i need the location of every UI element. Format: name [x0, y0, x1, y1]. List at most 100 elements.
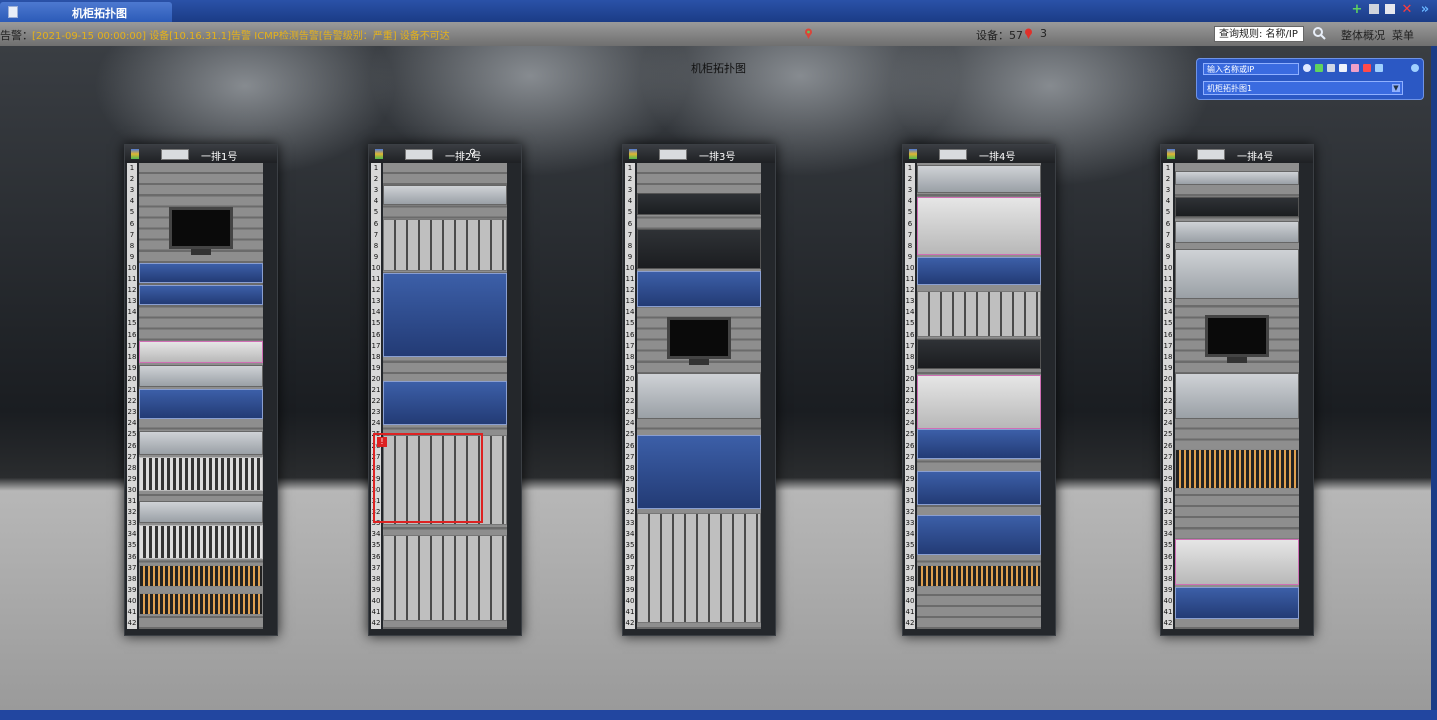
switch-device[interactable]: [139, 341, 263, 363]
server-device[interactable]: [917, 197, 1041, 255]
server-device[interactable]: [1175, 373, 1299, 419]
firewall-device[interactable]: [917, 471, 1041, 505]
unit-number: 11: [371, 275, 381, 283]
power-device[interactable]: [1175, 249, 1299, 299]
server-device[interactable]: [139, 501, 263, 523]
unit-number: 37: [1163, 563, 1173, 572]
server-device[interactable]: [139, 263, 263, 283]
server-device[interactable]: [1175, 221, 1299, 243]
unit-number: 4: [129, 197, 135, 206]
unit-number: 2: [373, 175, 379, 184]
monitor-device[interactable]: [667, 317, 731, 359]
overview-button[interactable]: 整体概况: [1341, 27, 1385, 43]
storage-device[interactable]: [383, 219, 507, 271]
unit-number: 16: [1163, 330, 1173, 339]
alarm-message[interactable]: [2021-09-15 00:00:00] 设备[10.16.31.1]告警 I…: [32, 27, 450, 42]
unit-number: 13: [127, 297, 137, 306]
unit-number: 16: [625, 330, 635, 339]
unit-number: 40: [625, 596, 635, 605]
search-icon[interactable]: [1312, 26, 1326, 40]
power-device[interactable]: [637, 229, 761, 269]
monitor-device[interactable]: [1205, 315, 1269, 357]
unit-number: 25: [1163, 430, 1173, 439]
server-device[interactable]: [917, 165, 1041, 193]
rack-header: 一排4号: [903, 145, 1055, 163]
blade-chassis[interactable]: [383, 273, 507, 357]
unit-number: 6: [1165, 219, 1171, 228]
power-device[interactable]: [139, 389, 263, 419]
unit-number: 37: [625, 563, 635, 572]
server-device[interactable]: [1175, 197, 1299, 217]
search-input[interactable]: 查询规则: 名称/IP: [1214, 26, 1304, 42]
unit-number: 15: [127, 319, 137, 328]
monitor-stand: [191, 249, 211, 255]
alarm-highlight[interactable]: !: [373, 433, 483, 523]
save-icon[interactable]: [1385, 4, 1395, 14]
unit-number: 18: [371, 352, 381, 361]
expand-icon[interactable]: »: [1419, 3, 1431, 16]
panel-toolbar: [1303, 64, 1383, 72]
server-device[interactable]: [383, 185, 507, 205]
save-icon[interactable]: [1339, 64, 1347, 72]
status-led-icon: [375, 149, 383, 159]
server-device[interactable]: [637, 373, 761, 419]
server-device[interactable]: [1175, 171, 1299, 185]
delete-icon[interactable]: [1363, 64, 1371, 72]
server-device[interactable]: [1175, 539, 1299, 585]
patch-panel[interactable]: [139, 565, 263, 587]
add-icon[interactable]: +: [1351, 3, 1363, 16]
server-device[interactable]: [637, 271, 761, 307]
firewall-device[interactable]: [1175, 587, 1299, 619]
storage-device[interactable]: [1175, 449, 1299, 489]
storage-device[interactable]: [637, 513, 761, 623]
monitor-device[interactable]: [169, 207, 233, 249]
patch-panel[interactable]: [139, 593, 263, 615]
unit-number: 19: [625, 363, 635, 372]
close-icon[interactable]: ✕: [1401, 3, 1413, 16]
firewall-device[interactable]: [917, 257, 1041, 285]
server-device[interactable]: [139, 285, 263, 305]
list-icon[interactable]: [1369, 4, 1379, 14]
search-icon[interactable]: [1303, 64, 1311, 72]
unit-number: 41: [905, 608, 915, 616]
unit-number: 31: [1163, 497, 1173, 505]
unit-number: 1: [627, 164, 633, 172]
search-field[interactable]: 输入名称或IP: [1203, 63, 1299, 75]
server-device[interactable]: [139, 431, 263, 455]
rack-5[interactable]: 一排4号 1 2 3 4 5 6 7 8 9 10 11 12 13 14 15 16 17 18 19 20 21 22…: [1160, 144, 1314, 636]
patch-panel[interactable]: [917, 565, 1041, 587]
power-device[interactable]: [917, 429, 1041, 459]
lcd-icon: [659, 149, 687, 160]
server-device[interactable]: [917, 375, 1041, 429]
power-device[interactable]: [917, 339, 1041, 369]
switch-device[interactable]: [139, 525, 263, 559]
unit-number: 30: [1163, 485, 1173, 494]
list-icon[interactable]: [1327, 64, 1335, 72]
rack-3[interactable]: 一排3号 1 2 3 4 5 6 7 8 9 10 11 12 13 14 15 16 17 18 19 20 21 22…: [622, 144, 776, 636]
storage-device[interactable]: [917, 291, 1041, 337]
switch-device[interactable]: [637, 435, 761, 509]
unit-number: 30: [625, 485, 635, 494]
server-device[interactable]: [139, 365, 263, 387]
unit-number: 27: [625, 452, 635, 461]
unit-rail: 1 2 3 4 5 6 7 8 9 10 11 12 13 14 15 16 17 18 19 20 21 22 23 24 2…: [625, 163, 635, 629]
server-device[interactable]: [637, 193, 761, 215]
close-icon[interactable]: [1411, 64, 1419, 72]
tab-topology[interactable]: 机柜拓扑图: [0, 2, 172, 22]
copy-icon[interactable]: [1351, 64, 1359, 72]
unit-number: 41: [371, 608, 381, 616]
add-icon[interactable]: [1315, 64, 1323, 72]
unit-number: 8: [373, 241, 379, 250]
storage-device[interactable]: [383, 535, 507, 621]
rack-4[interactable]: 一排4号 1 2 3 4 5 6 7 8 9 10 11 12 13 14 15 16 17 18 19 20 21 22…: [902, 144, 1056, 636]
switch-device[interactable]: [139, 457, 263, 491]
rack-2[interactable]: 一排2号 ⚲ 1 2 3 4 5 6 7 8 9 10 11 12 13 14 15 16 17 18 19 20 21…: [368, 144, 522, 636]
rack-1[interactable]: 一排1号 1 2 3 4 5 6 7 8 9 10 11 12 13 14 15 16 17 18 19 20 21 22…: [124, 144, 278, 636]
menu-button[interactable]: 菜单: [1392, 27, 1414, 43]
export-icon[interactable]: [1375, 64, 1383, 72]
chevron-down-icon[interactable]: ▼: [1392, 84, 1400, 92]
firewall-device[interactable]: [917, 515, 1041, 555]
topology-select[interactable]: 机柜拓扑图1 ▼: [1203, 81, 1403, 95]
link-icon[interactable]: ⚲: [469, 148, 476, 159]
firewall-device[interactable]: [383, 381, 507, 425]
